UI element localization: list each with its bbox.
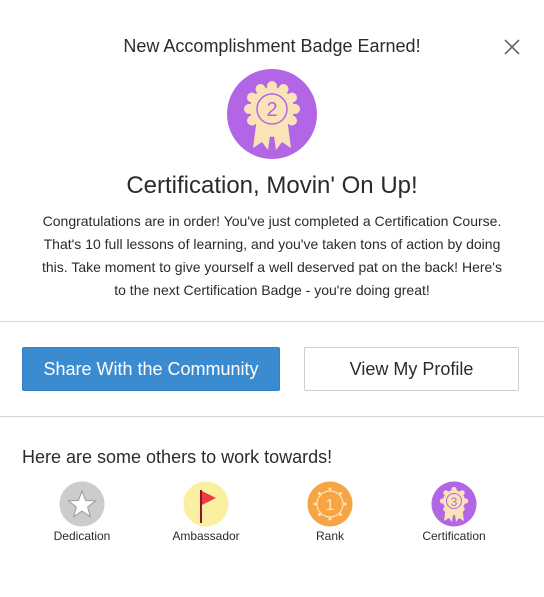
badge-number: 3 — [451, 495, 458, 509]
badge-label: Dedication — [53, 529, 111, 543]
badge-number: 1 — [326, 497, 335, 514]
badge-ambassador[interactable]: Ambassador — [151, 481, 261, 543]
divider — [0, 416, 544, 417]
rank-badge-icon: 1 — [307, 481, 353, 527]
badge-label: Rank — [315, 529, 344, 543]
view-my-profile-button[interactable]: View My Profile — [304, 347, 519, 391]
certification-badge-icon: 3 — [431, 481, 477, 527]
close-icon — [504, 39, 520, 55]
badge-dedication[interactable]: Dedication — [27, 481, 137, 543]
share-with-community-button[interactable]: Share With the Community — [22, 347, 280, 391]
close-button[interactable] — [502, 37, 522, 57]
other-badges-heading: Here are some others to work towards! — [22, 447, 333, 467]
badge-title: Certification, Movin' On Up! — [126, 172, 418, 199]
flag-badge-icon — [183, 481, 229, 527]
rosette-badge-icon: 2 — [226, 68, 318, 160]
star-badge-icon — [59, 481, 105, 527]
badge-number: 2 — [266, 99, 277, 121]
badge-certification[interactable]: 3 Certification — [399, 481, 509, 543]
badge-rank[interactable]: 1 Rank — [275, 481, 385, 543]
divider — [0, 321, 544, 322]
badge-label: Ambassador — [172, 529, 240, 543]
badge-description: Congratulations are in order! You've jus… — [42, 213, 502, 298]
badge-label: Certification — [422, 529, 486, 543]
modal-header-title: New Accomplishment Badge Earned! — [123, 36, 421, 56]
badge-earned-modal: New Accomplishment Badge Earned! 2 Certi… — [0, 0, 544, 597]
